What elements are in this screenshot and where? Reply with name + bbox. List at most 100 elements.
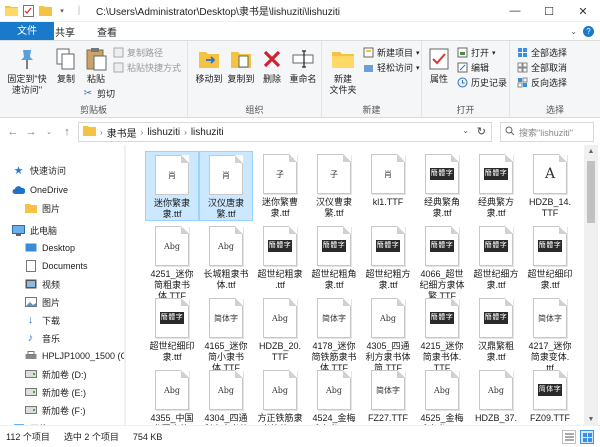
move-to-label: 移动到 bbox=[195, 74, 223, 84]
back-button[interactable]: ← bbox=[4, 122, 22, 142]
details-view-button[interactable] bbox=[562, 430, 576, 444]
history-button[interactable]: 历史记录 bbox=[456, 76, 507, 89]
collapse-ribbon-icon[interactable]: ⌄ bbox=[570, 27, 577, 36]
select-all-button[interactable]: 全部选择 bbox=[516, 46, 567, 59]
easy-access-button[interactable]: 轻松访问 ▾ bbox=[362, 61, 420, 74]
forward-button[interactable]: → bbox=[22, 122, 40, 142]
file-item[interactable]: 肖迷你繁隶 隶.ttf bbox=[145, 151, 199, 221]
file-item[interactable]: Abg 长城粗隶书 体.ttf bbox=[199, 223, 253, 291]
file-item[interactable]: 簡體字 超世纪粗角 隶.ttf bbox=[307, 223, 361, 291]
copy-button[interactable]: 复制 bbox=[52, 45, 80, 85]
new-item-button[interactable]: 新建项目 ▾ bbox=[362, 46, 420, 59]
scrollbar-thumb[interactable] bbox=[587, 161, 595, 223]
up-button[interactable]: ↑ bbox=[58, 122, 76, 142]
scroll-up-icon[interactable]: ▲ bbox=[584, 145, 598, 157]
recent-locations-button[interactable]: ⌄ bbox=[40, 122, 58, 142]
file-item[interactable]: 簡體字 汉鼎繁粗 隶.ttf bbox=[469, 295, 523, 363]
file-item[interactable]: 簡體字 经典繁角 隶.ttf bbox=[415, 151, 469, 219]
vertical-scrollbar[interactable]: ▲ ▼ bbox=[584, 145, 598, 425]
file-item[interactable]: 子迷你繁曹 隶.ttf bbox=[253, 151, 307, 219]
breadcrumb-1[interactable]: lishuziti bbox=[147, 127, 180, 138]
move-to-button[interactable]: 移动到 bbox=[194, 45, 224, 85]
refresh-icon[interactable]: ↻ bbox=[477, 125, 486, 138]
file-item[interactable]: 肖汉仪唐隶 繁.ttf bbox=[199, 151, 253, 221]
rename-button[interactable]: 重命名 bbox=[288, 45, 318, 85]
file-item[interactable]: A HDZB_14. TTF bbox=[523, 151, 577, 219]
file-item[interactable]: Abg 方正铁筋隶 书简体.ttf bbox=[253, 367, 307, 425]
file-item[interactable]: 简体字 4217_迷你 简隶变体. ttf bbox=[523, 295, 577, 374]
nav-music[interactable]: ♪ 音乐 bbox=[24, 329, 60, 347]
file-item[interactable]: 簡體字 超世纪粗方 隶.ttf bbox=[361, 223, 415, 291]
address-row: ← → ⌄ ↑ › 隶书是 › lishuziti › lishuziti ⌄ … bbox=[0, 119, 600, 145]
file-item[interactable]: 簡體字 4066_超世 纪细方隶体 繁.TTF bbox=[415, 223, 469, 302]
nav-onedrive-pictures[interactable]: 图片 bbox=[24, 199, 60, 217]
close-button[interactable]: ✕ bbox=[566, 0, 600, 22]
file-item[interactable]: Abg 4305_四通 利方隶书体 简.TTF bbox=[361, 295, 415, 374]
properties-icon[interactable] bbox=[21, 4, 35, 18]
paste-shortcut-button[interactable]: 粘贴快捷方式 bbox=[112, 61, 181, 74]
address-bar[interactable]: › 隶书是 › lishuziti › lishuziti ⌄ ↻ bbox=[78, 122, 492, 142]
file-item[interactable]: 简体字 FZ09.TTF bbox=[523, 367, 577, 424]
nav-drive-e[interactable]: 新加卷 (E:) bbox=[24, 383, 86, 401]
nav-this-pc[interactable]: 此电脑 bbox=[12, 221, 57, 239]
properties-button[interactable]: 属性 bbox=[426, 45, 452, 85]
file-item[interactable]: 简体字 4178_迷你 简铁筋隶书 体.TTF bbox=[307, 295, 361, 374]
nav-drive-d[interactable]: 新加卷 (D:) bbox=[24, 365, 87, 383]
help-icon[interactable]: ? bbox=[583, 25, 594, 37]
delete-button[interactable]: 删除 bbox=[260, 45, 284, 85]
open-button[interactable]: 打开 ▾ bbox=[456, 46, 496, 59]
nav-pane-scrollbar[interactable] bbox=[124, 145, 126, 425]
file-item[interactable]: 簡體字 经典繁方 隶.ttf bbox=[469, 151, 523, 219]
file-item[interactable]: 简体字 FZ27.TTF bbox=[361, 367, 415, 424]
nav-videos[interactable]: 视频 bbox=[24, 275, 60, 293]
file-item[interactable]: 簡體字 超世纪粗隶 .ttf bbox=[253, 223, 307, 291]
copy-to-button[interactable]: 复制到 bbox=[226, 45, 256, 85]
nav-onedrive[interactable]: OneDrive bbox=[12, 181, 68, 199]
select-none-button[interactable]: 全部取消 bbox=[516, 61, 567, 74]
copy-label: 复制 bbox=[56, 74, 75, 84]
file-item[interactable]: Abg HDZB_37. TTF bbox=[469, 367, 523, 425]
nav-label: 图片 bbox=[42, 297, 61, 308]
paste-button[interactable]: 粘贴 bbox=[82, 45, 110, 85]
customize-dropdown-icon[interactable]: ▾ bbox=[55, 4, 69, 18]
file-item[interactable]: Abg 4524_金梅 毛隶书.TTF bbox=[307, 367, 361, 425]
invert-selection-button[interactable]: 反向选择 bbox=[516, 76, 567, 89]
nav-label: Documents bbox=[42, 261, 88, 271]
cut-button[interactable]: ✂ 剪切 bbox=[82, 87, 115, 100]
scroll-down-icon[interactable]: ▼ bbox=[584, 413, 598, 425]
tab-view[interactable]: 查看 bbox=[86, 22, 128, 40]
nav-quick-access[interactable]: ★ 快速访问 bbox=[12, 161, 66, 179]
address-dropdown-icon[interactable]: ⌄ bbox=[462, 126, 469, 135]
file-item[interactable]: Abg 4304_四通 利方隶书体 bbox=[199, 367, 253, 425]
pin-quick-access-button[interactable]: 固定到"快 速访问" bbox=[6, 45, 48, 96]
maximize-button[interactable]: ☐ bbox=[532, 0, 566, 22]
file-item[interactable]: 簡體字 超世纪细方 隶.ttf bbox=[469, 223, 523, 291]
font-file-icon: Abg bbox=[263, 370, 297, 410]
minimize-button[interactable]: — bbox=[498, 0, 532, 22]
copy-path-button[interactable]: 复制路径 bbox=[112, 46, 163, 59]
file-item[interactable]: 簡體字 超世纪细印 隶.ttf bbox=[523, 223, 577, 291]
nav-pictures[interactable]: 图片 bbox=[24, 293, 60, 311]
new-folder-icon[interactable] bbox=[38, 4, 52, 18]
nav-drive-f[interactable]: 新加卷 (F:) bbox=[24, 401, 86, 419]
search-box[interactable]: 搜索"lishuziti" bbox=[500, 122, 594, 142]
edit-button[interactable]: 编辑 bbox=[456, 61, 489, 74]
nav-printer[interactable]: HPLJP1000_1500 (C bbox=[24, 347, 126, 365]
breadcrumb-2[interactable]: lishuziti bbox=[191, 127, 224, 138]
tab-file[interactable]: 文件 bbox=[0, 22, 54, 40]
nav-desktop[interactable]: Desktop bbox=[24, 239, 75, 257]
new-folder-button[interactable]: 新建 文件夹 bbox=[326, 45, 360, 96]
nav-documents[interactable]: Documents bbox=[24, 257, 88, 275]
file-item[interactable]: Abg HDZB_20. TTF bbox=[253, 295, 307, 363]
breadcrumb-0[interactable]: 隶书是 bbox=[107, 125, 137, 140]
file-item[interactable]: Abg 4355_中国 龙豆隶体. TTF bbox=[145, 367, 199, 425]
file-item[interactable]: 子汉仪曹隶 繁.ttf bbox=[307, 151, 361, 219]
file-item[interactable]: 简体字 4165_迷你 简小隶书 体.TTF bbox=[199, 295, 253, 374]
file-item[interactable]: Abg 4525_金梅 毛隶书.TTF bbox=[415, 367, 469, 425]
file-item[interactable]: 肖 kl1.TTF bbox=[361, 151, 415, 208]
file-item[interactable]: Abg 4251_迷你 简粗隶书 体.TTF bbox=[145, 223, 199, 302]
nav-downloads[interactable]: ↓ 下载 bbox=[24, 311, 60, 329]
large-icons-view-button[interactable] bbox=[580, 430, 594, 444]
file-item[interactable]: 簡體字 4215_迷你 简隶书体. TTF bbox=[415, 295, 469, 374]
file-item[interactable]: 簡體字 超世纪细印 隶.ttf bbox=[145, 295, 199, 363]
